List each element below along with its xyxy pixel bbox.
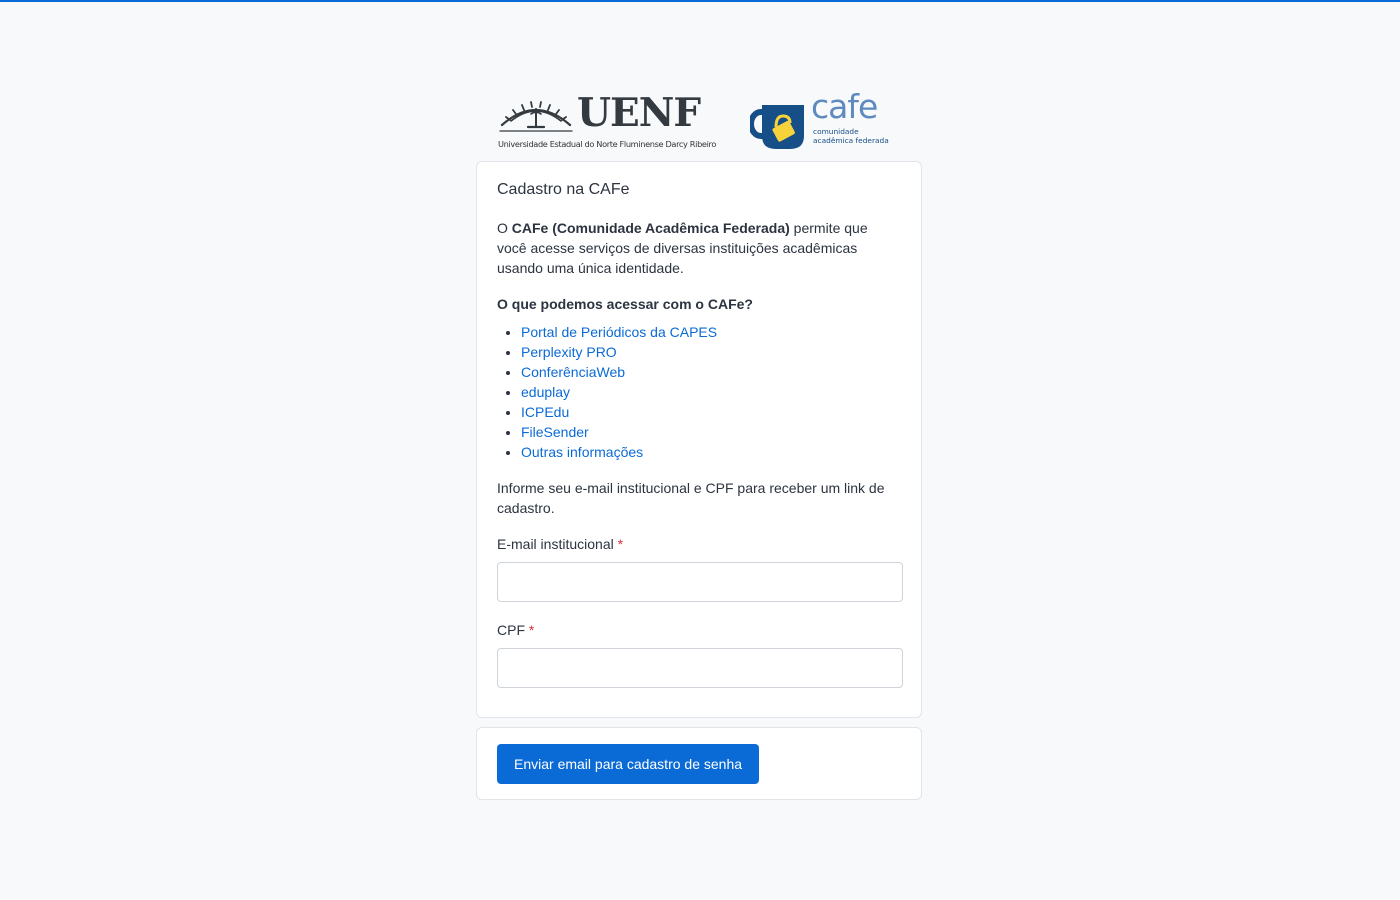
uenf-fullname: Universidade Estadual do Norte Fluminens… bbox=[498, 139, 717, 149]
uenf-emblem-icon bbox=[499, 101, 573, 132]
cpf-field[interactable] bbox=[497, 648, 903, 688]
email-label-text: E-mail institucional bbox=[497, 536, 614, 552]
logo-header: UENF Universidade Estadual do Norte Flum… bbox=[476, 89, 924, 152]
cpf-label-text: CPF bbox=[497, 622, 525, 638]
required-marker: * bbox=[528, 622, 535, 638]
link-outras-informacoes[interactable]: Outras informações bbox=[521, 444, 643, 460]
link-perplexity-pro[interactable]: Perplexity PRO bbox=[521, 344, 617, 360]
submit-button[interactable]: Enviar email para cadastro de senha bbox=[497, 744, 760, 784]
instructions-paragraph: Informe seu e-mail institucional e CPF p… bbox=[497, 480, 885, 516]
top-accent-bar bbox=[0, 0, 1400, 2]
list-item: Perplexity PRO bbox=[521, 342, 901, 362]
cafe-mug-icon bbox=[750, 105, 804, 149]
intro-prefix: O bbox=[497, 220, 512, 236]
list-item: Portal de Periódicos da CAPES bbox=[521, 322, 901, 342]
cafe-wordmark: cafe bbox=[811, 87, 878, 126]
list-item: Outras informações bbox=[521, 442, 901, 462]
intro-bold: CAFe (Comunidade Acadêmica Federada) bbox=[511, 220, 790, 236]
link-filesender[interactable]: FileSender bbox=[521, 424, 589, 440]
cafe-tagline-line2: acadêmica federada bbox=[813, 135, 889, 145]
link-portal-periodicos-capes[interactable]: Portal de Periódicos da CAPES bbox=[521, 324, 717, 340]
email-label: E-mail institucional * bbox=[497, 534, 901, 554]
services-heading: O que podemos acessar com o CAFe? bbox=[497, 296, 753, 312]
list-item: ConferênciaWeb bbox=[521, 362, 901, 382]
card-footer: Enviar email para cadastro de senha bbox=[476, 727, 922, 800]
link-icpedu[interactable]: ICPEdu bbox=[521, 404, 569, 420]
list-item: ICPEdu bbox=[521, 402, 901, 422]
cafe-logo: cafe comunidade acadêmica federada bbox=[750, 89, 890, 150]
email-field[interactable] bbox=[497, 562, 903, 602]
link-conferenciaweb[interactable]: ConferênciaWeb bbox=[521, 364, 625, 380]
cafe-tagline: comunidade acadêmica federada bbox=[813, 127, 889, 145]
uenf-logo: UENF Universidade Estadual do Norte Flum… bbox=[498, 91, 716, 150]
required-marker: * bbox=[617, 536, 624, 552]
uenf-wordmark: UENF bbox=[577, 90, 701, 136]
link-eduplay[interactable]: eduplay bbox=[521, 384, 570, 400]
list-item: FileSender bbox=[521, 422, 901, 442]
services-list: Portal de Periódicos da CAPES Perplexity… bbox=[497, 322, 901, 462]
cpf-label: CPF * bbox=[497, 620, 901, 640]
intro-paragraph: O CAFe (Comunidade Acadêmica Federada) p… bbox=[497, 218, 901, 278]
list-item: eduplay bbox=[521, 382, 901, 402]
registration-card: Cadastro na CAFe O CAFe (Comunidade Acad… bbox=[476, 161, 922, 718]
card-title: Cadastro na CAFe bbox=[497, 181, 630, 198]
